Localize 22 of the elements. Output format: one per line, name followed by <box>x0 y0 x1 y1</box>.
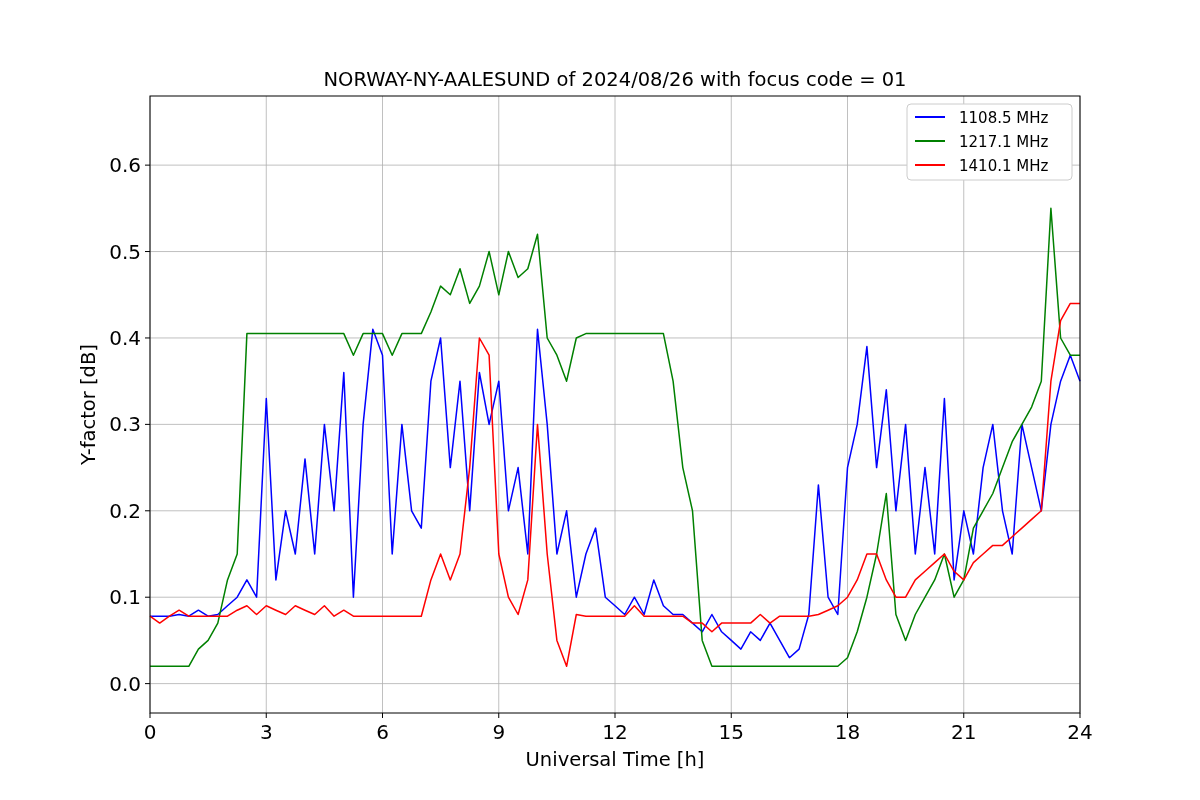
chart-title: NORWAY-NY-AALESUND of 2024/08/26 with focus code = 01 <box>323 68 907 92</box>
x-tick-label: 9 <box>492 720 506 744</box>
y-axis-label: Y-factor [dB] <box>77 344 100 465</box>
x-tick-label: 21 <box>951 720 977 744</box>
x-tick-label: 15 <box>718 720 744 744</box>
x-tick-label: 24 <box>1067 720 1093 744</box>
y-tick-label: 0.0 <box>109 671 141 696</box>
x-tick-label: 18 <box>834 720 861 744</box>
y-tick-label: 0.5 <box>109 239 141 264</box>
y-tick-label: 0.6 <box>109 153 141 178</box>
x-axis-label: Universal Time [h] <box>525 748 705 771</box>
y-tick-label: 0.2 <box>109 498 141 523</box>
x-tick-label: 3 <box>259 720 273 744</box>
legend-label: 1410.1 MHz <box>959 157 1049 175</box>
x-tick-label: 12 <box>602 720 628 744</box>
x-tick-label: 6 <box>376 720 389 744</box>
y-tick-label: 0.3 <box>109 412 141 437</box>
x-tick-label: 0 <box>143 720 157 744</box>
y-tick-label: 0.1 <box>109 585 141 610</box>
y-tick-label: 0.4 <box>109 325 141 350</box>
legend-label: 1217.1 MHz <box>959 133 1049 151</box>
legend-label: 1108.5 MHz <box>959 109 1049 127</box>
